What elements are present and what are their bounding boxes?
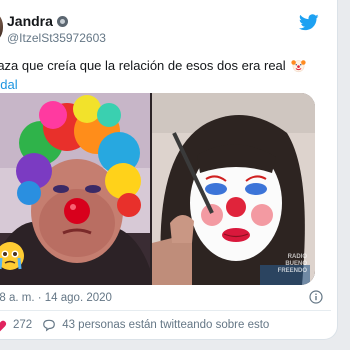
tweet-body: raza que creía que la relación de esos d… <box>0 58 286 73</box>
author-name-row[interactable]: Jandra <box>7 13 68 29</box>
info-icon[interactable] <box>309 290 323 304</box>
left-photo <box>0 93 155 285</box>
tweet-timestamp[interactable]: 48 a. m. · 14 ago. 2020 <box>0 292 112 304</box>
author-name[interactable]: Jandra <box>7 13 53 29</box>
comment-bubble-icon[interactable] <box>42 318 56 332</box>
like-count: 272 <box>13 319 33 331</box>
people-talking-text: 43 personas están twitteando sobre esto <box>62 319 270 331</box>
author-avatar[interactable] <box>0 10 3 44</box>
clown-face-icon <box>291 60 306 73</box>
tweet-card[interactable]: Jandra @ItzelSt35972603 raza que creía q… <box>0 0 338 340</box>
footer-divider <box>0 310 331 311</box>
author-handle[interactable]: @ItzelSt35972603 <box>7 31 106 45</box>
tweet-text: raza que creía que la relación de esos d… <box>0 56 306 94</box>
badge-icon <box>56 15 68 27</box>
media-watermark: RADIO BUENO FREENDO <box>277 254 307 274</box>
like-action[interactable]: 272 <box>0 319 32 332</box>
tweet-footer: 272 43 personas están twitteando sobre e… <box>0 318 269 332</box>
tweet-media[interactable]: RADIO BUENO FREENDO <box>0 93 315 285</box>
mention-link[interactable]: odal <box>0 77 18 92</box>
people-talking[interactable]: 43 personas están twitteando sobre esto <box>42 318 269 332</box>
heart-icon[interactable] <box>0 319 7 332</box>
media-right-clown-makeup[interactable]: RADIO BUENO FREENDO <box>152 93 315 285</box>
twitter-bird-icon[interactable] <box>299 14 319 31</box>
media-left-clown-filter[interactable] <box>0 93 155 285</box>
